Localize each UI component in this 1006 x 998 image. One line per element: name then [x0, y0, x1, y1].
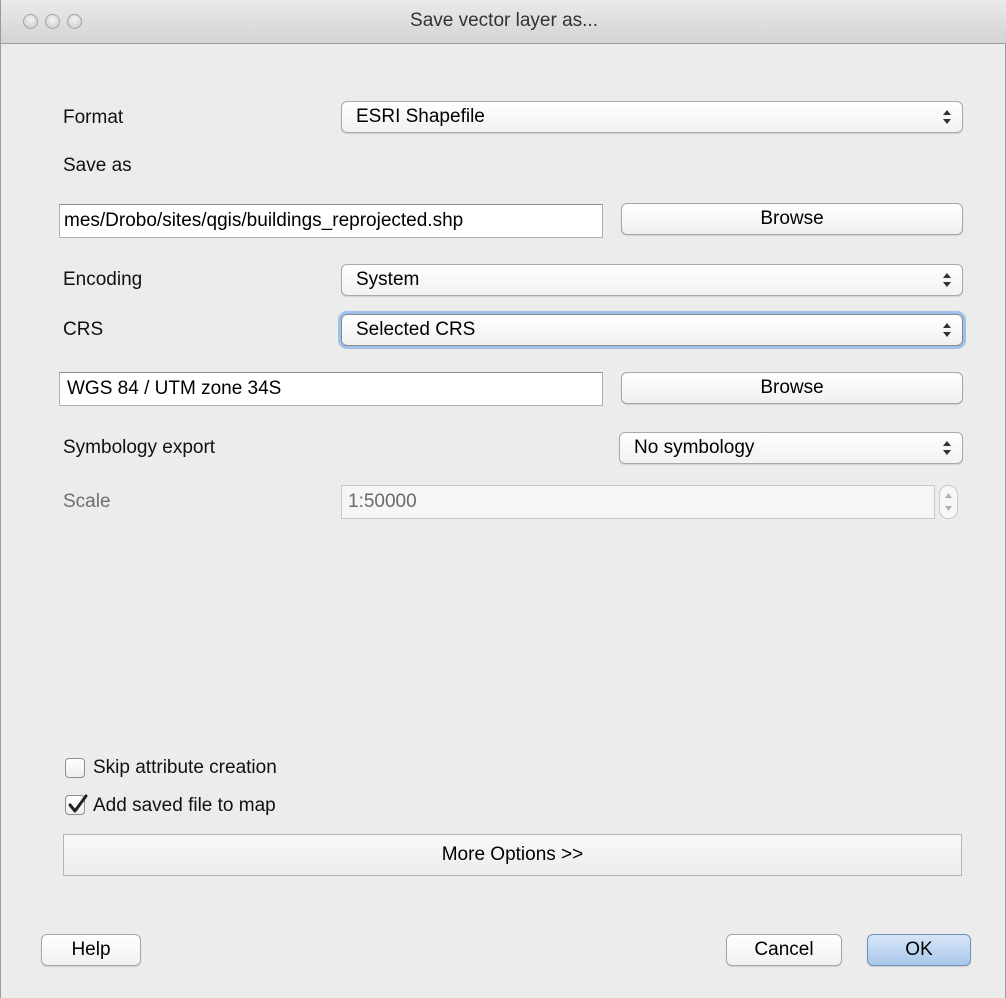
cancel-button[interactable]: Cancel	[726, 934, 842, 966]
crs-combo-value: Selected CRS	[356, 319, 476, 340]
format-label: Format	[63, 107, 124, 128]
crs-browse-button[interactable]: Browse	[621, 372, 963, 404]
crs-combo[interactable]: Selected CRS	[341, 314, 963, 346]
crs-label: CRS	[63, 319, 104, 340]
encoding-label: Encoding	[63, 269, 143, 290]
updown-arrows-icon	[943, 273, 951, 287]
scale-field[interactable]: 1:50000	[341, 485, 935, 519]
symbology-combo[interactable]: No symbology	[619, 432, 963, 464]
format-combo[interactable]: ESRI Shapefile	[341, 101, 963, 133]
more-options-button[interactable]: More Options >>	[63, 834, 962, 876]
scale-stepper-arrows-icon	[945, 493, 952, 511]
scale-stepper[interactable]	[939, 485, 958, 519]
scale-label: Scale	[63, 491, 111, 512]
save-vector-layer-dialog: Save vector layer as... Format ESRI Shap…	[0, 0, 1006, 998]
skip-attribute-checkbox[interactable]	[65, 758, 85, 778]
save-as-label: Save as	[63, 155, 132, 176]
symbology-combo-value: No symbology	[634, 437, 755, 458]
save-as-path-field[interactable]: mes/Drobo/sites/qgis/buildings_reproject…	[59, 204, 603, 238]
skip-attribute-label[interactable]: Skip attribute creation	[93, 756, 277, 780]
add-to-map-label[interactable]: Add saved file to map	[93, 794, 276, 818]
format-combo-value: ESRI Shapefile	[356, 106, 485, 127]
checkmark-icon	[68, 794, 88, 813]
updown-arrows-icon	[943, 441, 951, 455]
window-title: Save vector layer as...	[410, 10, 598, 31]
title-bar[interactable]: Save vector layer as...	[1, 0, 1006, 44]
symbology-export-label: Symbology export	[63, 437, 216, 458]
encoding-combo[interactable]: System	[341, 264, 963, 296]
updown-arrows-icon	[943, 323, 951, 337]
help-button[interactable]: Help	[41, 934, 141, 966]
ok-button[interactable]: OK	[867, 934, 971, 966]
encoding-combo-value: System	[356, 269, 420, 290]
save-as-browse-button[interactable]: Browse	[621, 203, 963, 235]
updown-arrows-icon	[943, 110, 951, 124]
add-to-map-checkbox[interactable]	[65, 794, 88, 815]
crs-name-field[interactable]: WGS 84 / UTM zone 34S	[59, 372, 603, 406]
